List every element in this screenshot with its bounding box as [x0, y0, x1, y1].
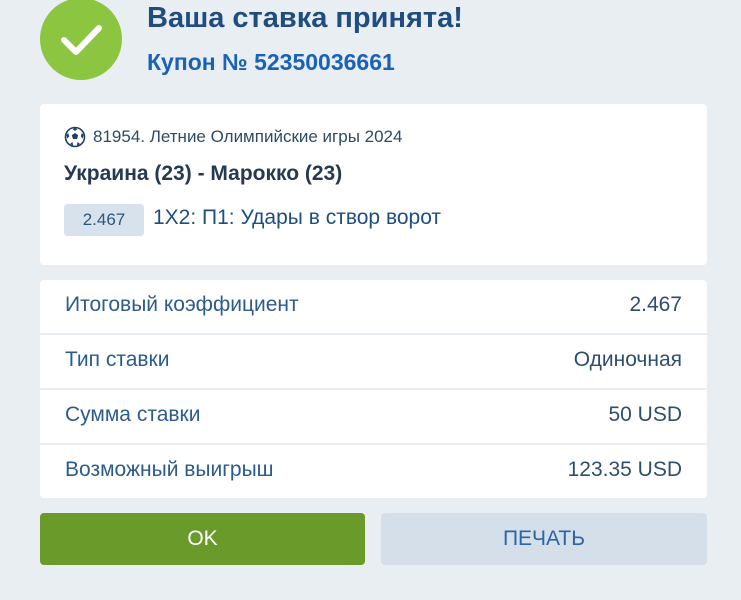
bet-accepted-dialog: Ваша ставка принята! Купон № 52350036661…	[0, 0, 741, 600]
event-meta-text: 81954. Летние Олимпийские игры 2024	[93, 127, 403, 146]
event-meta: 81954. Летние Олимпийские игры 2024	[64, 126, 402, 148]
summary-value: 50 USD	[608, 403, 682, 426]
summary-table: Итоговый коэффициент 2.467 Тип ставки Од…	[40, 280, 707, 498]
checkmark-icon	[61, 25, 102, 55]
summary-row-bet-type: Тип ставки Одиночная	[40, 335, 707, 390]
odd-badge: 2.467	[64, 204, 144, 236]
summary-value: 2.467	[629, 293, 682, 316]
summary-value: 123.35 USD	[567, 458, 682, 481]
success-badge	[40, 0, 122, 80]
summary-row-stake: Сумма ставки 50 USD	[40, 390, 707, 445]
summary-label: Сумма ставки	[65, 403, 201, 426]
soccer-ball-icon	[64, 126, 86, 148]
ok-button[interactable]: OK	[40, 513, 365, 565]
summary-row-possible-win: Возможный выигрыш 123.35 USD	[40, 445, 707, 498]
summary-label: Итоговый коэффициент	[65, 293, 299, 316]
dialog-title: Ваша ставка принята!	[147, 2, 463, 34]
summary-label: Возможный выигрыш	[65, 458, 274, 481]
market-text: 1X2: П1: Удары в створ ворот	[153, 206, 442, 229]
coupon-number: Купон № 52350036661	[147, 49, 395, 75]
match-teams: Украина (23) - Марокко (23)	[64, 162, 343, 185]
print-button[interactable]: ПЕЧАТЬ	[381, 513, 707, 565]
summary-value: Одиночная	[573, 348, 682, 371]
summary-label: Тип ставки	[65, 348, 170, 371]
summary-row-total-odds: Итоговый коэффициент 2.467	[40, 280, 707, 335]
event-card: 81954. Летние Олимпийские игры 2024 Укра…	[40, 104, 707, 265]
